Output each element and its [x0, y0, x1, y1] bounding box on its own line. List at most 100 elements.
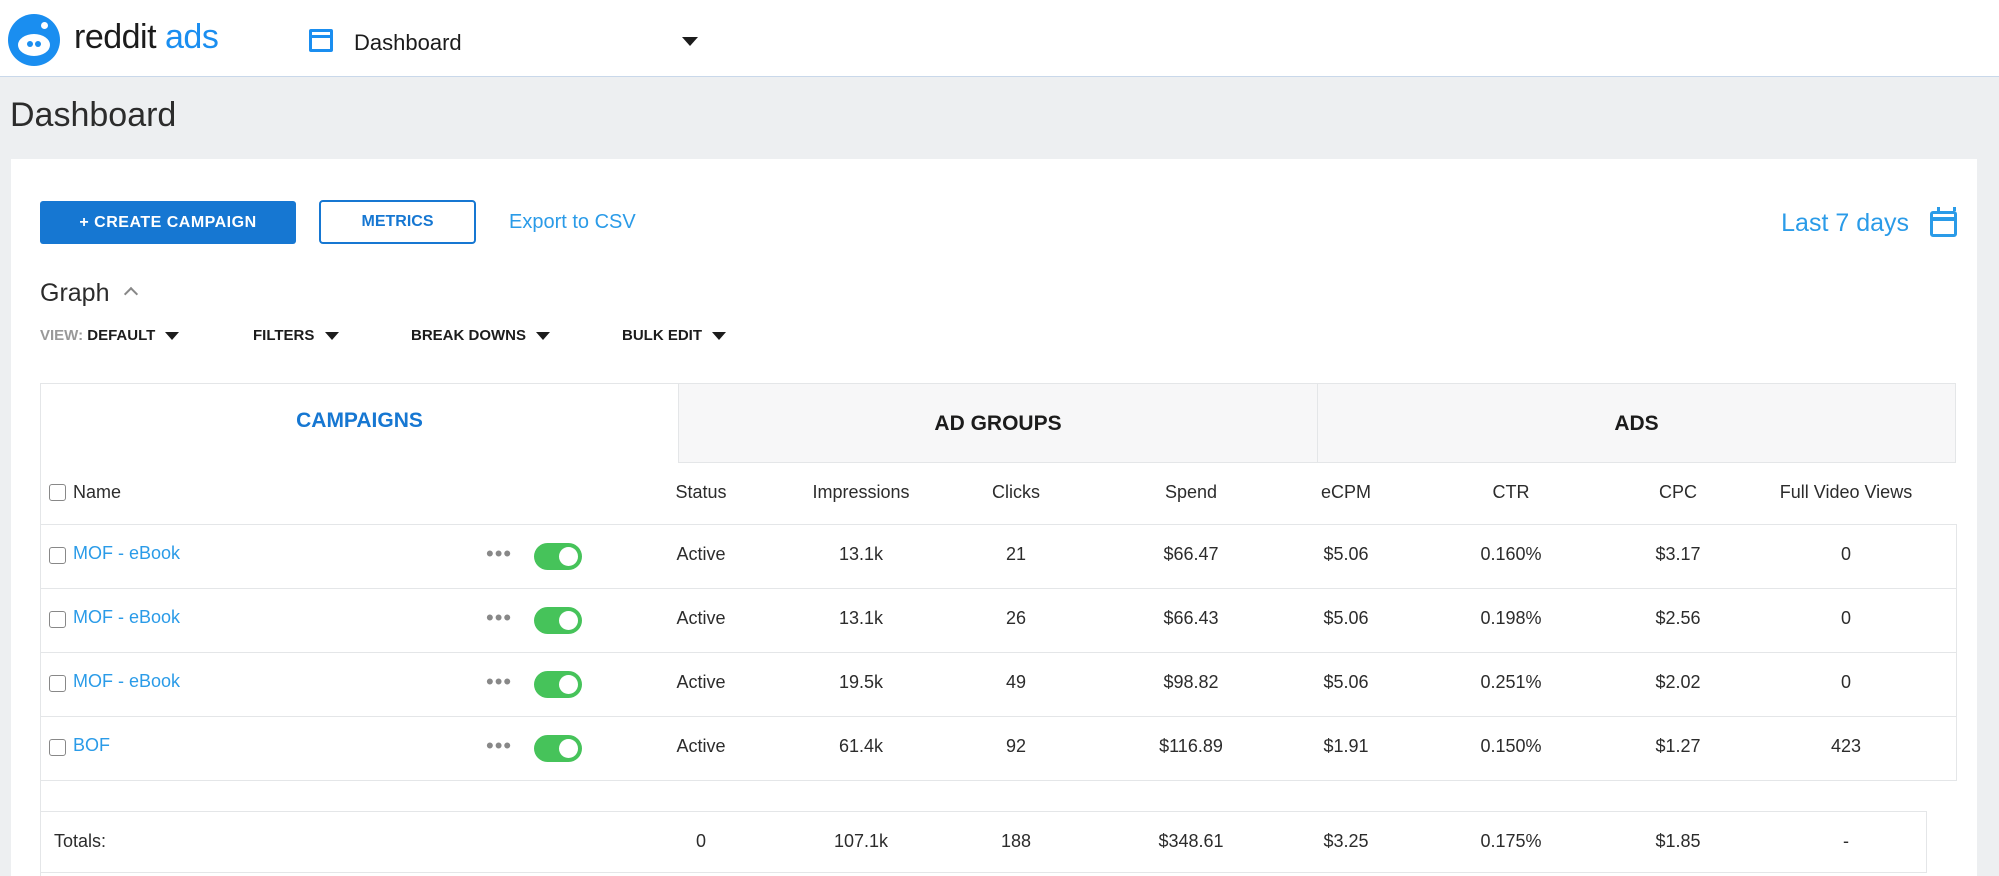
- top-bar: reddit ads Dashboard: [0, 0, 1999, 77]
- create-campaign-button[interactable]: + CREATE CAMPAIGN: [40, 201, 296, 244]
- impressions-cell: 13.1k: [838, 608, 884, 628]
- window-icon: [309, 29, 333, 52]
- status-cell: Active: [676, 672, 726, 692]
- column-header-clicks[interactable]: Clicks: [966, 482, 1066, 503]
- totals-clicks-cell: 188: [1000, 831, 1032, 851]
- campaign-enabled-toggle[interactable]: [534, 607, 582, 634]
- more-options-icon[interactable]: •••: [486, 543, 512, 565]
- full-video-views-cell: 0: [1840, 608, 1851, 628]
- cpc-cell: $1.27: [1655, 736, 1701, 756]
- select-all-checkbox[interactable]: [49, 484, 66, 501]
- clicks-cell: 92: [1005, 736, 1027, 756]
- column-header-ecpm[interactable]: eCPM: [1286, 482, 1406, 503]
- campaign-name-link[interactable]: MOF - eBook: [73, 543, 180, 564]
- metrics-button[interactable]: METRICS: [319, 200, 476, 244]
- campaign-enabled-toggle[interactable]: [534, 543, 582, 570]
- clicks-cell: 26: [1005, 608, 1027, 628]
- tab-ads[interactable]: ADS: [1317, 383, 1956, 463]
- table-row: BOF ••• Active 61.4k 92 $116.89 $1.91 0.…: [41, 717, 1957, 781]
- chevron-up-icon[interactable]: [123, 286, 139, 302]
- caret-down-icon: [324, 332, 339, 341]
- view-prefix: VIEW:: [40, 327, 84, 344]
- impressions-cell: 19.5k: [838, 672, 884, 692]
- ecpm-cell: $5.06: [1323, 544, 1369, 564]
- row-checkbox[interactable]: [49, 675, 66, 692]
- more-options-icon[interactable]: •••: [486, 735, 512, 757]
- table-row: MOF - eBook ••• Active 19.5k 49 $98.82 $…: [41, 653, 1957, 717]
- status-cell: Active: [676, 736, 726, 756]
- totals-ecpm-cell: $3.25: [1323, 831, 1369, 851]
- bulk-edit-label: BULK EDIT: [622, 327, 702, 344]
- ecpm-cell: $5.06: [1323, 608, 1369, 628]
- campaign-name-link[interactable]: BOF: [73, 735, 110, 756]
- bulk-edit-dropdown[interactable]: BULK EDIT: [622, 327, 727, 344]
- clicks-cell: 49: [1005, 672, 1027, 692]
- column-header-name[interactable]: Name: [73, 482, 121, 503]
- spend-cell: $98.82: [1163, 672, 1219, 692]
- breakdowns-label: BREAK DOWNS: [411, 327, 526, 344]
- campaign-enabled-toggle[interactable]: [534, 735, 582, 762]
- ecpm-cell: $1.91: [1323, 736, 1369, 756]
- totals-spend-cell: $348.61: [1158, 831, 1224, 851]
- date-range-selector[interactable]: Last 7 days: [1781, 209, 1909, 238]
- table-row: MOF - eBook ••• Active 13.1k 26 $66.43 $…: [41, 589, 1957, 653]
- clicks-cell: 21: [1005, 544, 1027, 564]
- campaign-name-link[interactable]: MOF - eBook: [73, 671, 180, 692]
- row-checkbox[interactable]: [49, 739, 66, 756]
- full-video-views-cell: 423: [1830, 736, 1862, 756]
- cpc-cell: $2.02: [1655, 672, 1701, 692]
- campaign-name-link[interactable]: MOF - eBook: [73, 607, 180, 628]
- totals-row: Totals: 0 107.1k 188 $348.61 $3.25 0.175…: [41, 811, 1927, 873]
- ctr-cell: 0.251%: [1480, 672, 1542, 692]
- tab-campaigns[interactable]: CAMPAIGNS: [40, 383, 679, 463]
- status-cell: Active: [676, 544, 726, 564]
- column-header-ctr[interactable]: CTR: [1451, 482, 1571, 503]
- tab-ad-groups[interactable]: AD GROUPS: [678, 383, 1318, 463]
- campaigns-table: Name Status Impressions Clicks Spend eCP…: [40, 462, 1957, 876]
- dashboard-selector-label: Dashboard: [354, 30, 462, 55]
- cpc-cell: $2.56: [1655, 608, 1701, 628]
- graph-toggle-label[interactable]: Graph: [40, 279, 109, 308]
- totals-impressions-cell: 107.1k: [833, 831, 889, 851]
- filters-dropdown[interactable]: FILTERS: [253, 327, 339, 344]
- page-title: Dashboard: [10, 96, 177, 134]
- dashboard-card: + CREATE CAMPAIGN METRICS Export to CSV …: [11, 159, 1977, 876]
- caret-down-icon: [712, 332, 727, 341]
- column-header-status[interactable]: Status: [636, 482, 766, 503]
- spend-cell: $116.89: [1159, 736, 1223, 756]
- impressions-cell: 13.1k: [838, 544, 884, 564]
- view-value: DEFAULT: [87, 327, 156, 344]
- dashboard-selector[interactable]: Dashboard: [306, 22, 706, 60]
- calendar-icon[interactable]: [1930, 207, 1957, 237]
- caret-down-icon: [536, 332, 551, 341]
- column-header-full-video-views[interactable]: Full Video Views: [1761, 482, 1931, 503]
- reddit-logo-icon[interactable]: [8, 14, 60, 66]
- campaign-enabled-toggle[interactable]: [534, 671, 582, 698]
- totals-label: Totals:: [54, 831, 107, 851]
- filters-label: FILTERS: [253, 327, 315, 344]
- brand-ads: ads: [165, 18, 219, 56]
- column-header-cpc[interactable]: CPC: [1618, 482, 1738, 503]
- row-checkbox[interactable]: [49, 547, 66, 564]
- view-dropdown[interactable]: VIEW: DEFAULT: [40, 327, 180, 344]
- export-csv-link[interactable]: Export to CSV: [509, 211, 636, 234]
- totals-status-cell: 0: [695, 831, 706, 851]
- ctr-cell: 0.160%: [1480, 544, 1542, 564]
- column-header-impressions[interactable]: Impressions: [781, 482, 941, 503]
- column-header-spend[interactable]: Spend: [1111, 482, 1271, 503]
- caret-down-icon: [165, 332, 180, 341]
- full-video-views-cell: 0: [1840, 544, 1851, 564]
- status-cell: Active: [676, 608, 726, 628]
- brand-reddit: reddit: [74, 18, 157, 56]
- ctr-cell: 0.150%: [1480, 736, 1542, 756]
- row-checkbox[interactable]: [49, 611, 66, 628]
- more-options-icon[interactable]: •••: [486, 671, 512, 693]
- chevron-down-icon: [682, 37, 698, 46]
- more-options-icon[interactable]: •••: [486, 607, 512, 629]
- breakdowns-dropdown[interactable]: BREAK DOWNS: [411, 327, 551, 344]
- cpc-cell: $3.17: [1655, 544, 1701, 564]
- full-video-views-cell: 0: [1840, 672, 1851, 692]
- brand-wordmark[interactable]: reddit ads: [74, 18, 219, 57]
- totals-ctr-cell: 0.175%: [1480, 831, 1542, 851]
- table-row: MOF - eBook ••• Active 13.1k 21 $66.47 $…: [41, 525, 1957, 589]
